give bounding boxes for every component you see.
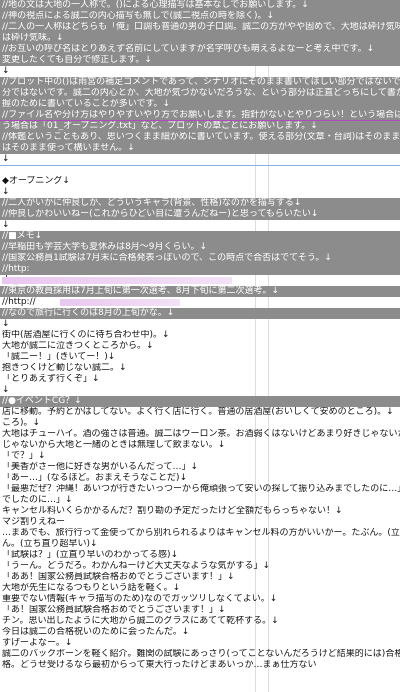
editor-line[interactable]: //国家公務員1試験は7月末に合格発表っぽいので、この時点で合否はでてそう。↓	[0, 253, 400, 264]
editor-line[interactable]: じゃないから大地と一緒のときは無理して飲まない。↓	[0, 440, 400, 451]
editor-line[interactable]: //二人がいかに仲良しか、どういうキャラ(背景、性格)なのかを描写する↓	[0, 198, 400, 209]
text-editor[interactable]: //地の文は大地の一人称で。()による心理描写は基本なしでお願いします。↓//神…	[0, 0, 400, 692]
editor-line[interactable]: 大地が誠二に泣きつくところから。↓	[0, 341, 400, 352]
editor-line[interactable]: //ファイル名や分け方はやりやすいやり方でお願いします。指針がないとやりづらい！…	[0, 110, 400, 121]
editor-line[interactable]: //仲良しかわいいねー(これからひどい目に遭うんだねー)と思ってもらいたい↓	[0, 209, 400, 220]
editor-line[interactable]: 「あ！国家公務員試験合格おめでとうございます！」↓	[0, 605, 400, 616]
editor-line[interactable]: ↓	[0, 66, 400, 77]
editor-line[interactable]: //神の視点による誠二の内心描写も無しで(誠二視点の時を除く)。↓	[0, 11, 400, 22]
editor-line[interactable]: う場合は「01_オープニング.txt」など、プロットの章ごとにお願いします。↓	[0, 121, 400, 132]
editor-line[interactable]: 街中(居酒屋に行くのに待ち合わせ中)。↓	[0, 330, 400, 341]
editor-line[interactable]: ↓	[0, 319, 400, 330]
editor-line[interactable]: 変更したくても自分で修正します。↓	[0, 55, 400, 66]
editor-line[interactable]: は砕け気味。↓	[0, 33, 400, 44]
editor-line[interactable]: //http:	[0, 264, 400, 275]
editor-line[interactable]: 「あー…」(なるほど。おまえそうなことだ)↓	[0, 473, 400, 484]
editor-line[interactable]: 大地はチューハイ。酒の強さは普通。誠二はウーロン茶。お酒弱くはないけどあまり好き…	[0, 429, 400, 440]
editor-line[interactable]: 分ではないです。誠二の内心とか、大地が気づかないだろうな、という部分は正直どっち…	[0, 88, 400, 99]
editor-line[interactable]: 重要でない情報(キャラ描写のため)なのでガッツリしなくてよい。↓	[0, 594, 400, 605]
editor-line[interactable]: //体鑑ということもあり、思いつくまま細かめに書いています。使える部分(文章・台…	[0, 132, 400, 143]
editor-line[interactable]: //地の文は大地の一人称で。()による心理描写は基本なしでお願いします。↓	[0, 0, 400, 11]
editor-line[interactable]: ↓	[0, 154, 400, 165]
editor-line[interactable]: //なので旅行に行くのは8月の上旬かな。↓	[0, 308, 400, 319]
editor-line[interactable]: ↓	[0, 220, 400, 231]
editor-line[interactable]: チン。思い出したように大地から誠二のグラスにあてて乾杯する。↓	[0, 616, 400, 627]
editor-line[interactable]: でしたのに…」↓	[0, 495, 400, 506]
editor-line[interactable]: 格。どうせ受けるなら最初からって東大行ったけどまあいっか…まぁ仕方ない	[0, 660, 400, 671]
editor-line[interactable]: //■メモ↓	[0, 231, 400, 242]
editor-line[interactable]: キャンセル料いくらかかるんだ？割り勘の予定だったけど全額だもらっちゃない！↓	[0, 506, 400, 517]
editor-line[interactable]: //プロット中の()は雨宮の補足コメントであって、シナリオにそのまま書いてほしい…	[0, 77, 400, 88]
editor-line[interactable]: //http://	[0, 297, 400, 308]
editor-line[interactable]: 今日は誠二の合格祝いのために会ったんだ。↓	[0, 627, 400, 638]
editor-line[interactable]: ◆オープニング↓	[0, 176, 400, 187]
editor-line[interactable]: ↓	[0, 385, 400, 396]
editor-line[interactable]: ↓	[0, 187, 400, 198]
editor-line[interactable]: 「で？」↓	[0, 451, 400, 462]
editor-line[interactable]: //●イベントCG？↓	[0, 396, 400, 407]
editor-line[interactable]: //二人の一人称はどちらも「俺」口調も普通の男の子口調。誠二の方がやや固めで、大…	[0, 22, 400, 33]
editor-lines[interactable]: //地の文は大地の一人称で。()による心理描写は基本なしでお願いします。↓//神…	[0, 0, 400, 671]
editor-line[interactable]: //お互いの呼び名はとりあえず名前にしていますが名字呼びも萌えるよなーと考え中で…	[0, 44, 400, 55]
editor-line[interactable]: ん。(立ち直り超早い)↓	[0, 539, 400, 550]
editor-line[interactable]: 「とりあえず行くぞ」↓	[0, 374, 400, 385]
editor-line[interactable]: 「試験は？」(立直り早いのわかってる感)↓	[0, 550, 400, 561]
editor-line[interactable]: 「美香がさー他に好きな男がいるんだって…」↓	[0, 462, 400, 473]
editor-line[interactable]: マジ割りえねー	[0, 517, 400, 528]
editor-line[interactable]: 「うーん。どうだろ。わかんねーけど大丈夫なような気がする」↓	[0, 561, 400, 572]
editor-line[interactable]: 「ああ！国家公務員試験合格おめでとうございます！」↓	[0, 572, 400, 583]
editor-line[interactable]: 握のために書いていることが多いです。↓	[0, 99, 400, 110]
editor-line[interactable]: …まあでも、旅行行って金使ってから別れられるよりはキャンセル料の方がいいかー。た…	[0, 528, 400, 539]
editor-line[interactable]	[0, 165, 400, 176]
editor-line[interactable]: 店に移動。予約とかはしてない。よく行く店に行く。普通の居酒屋(おいしくて安めのと…	[0, 407, 400, 418]
editor-line[interactable]: 大地が先生になるつもりという話を軽く。↓	[0, 583, 400, 594]
editor-line[interactable]: //早稲田も学芸大学も夏休みは8月～9月くらい。↓	[0, 242, 400, 253]
editor-line[interactable]: //東京の教員採用は7月上旬に第一次選考、8月下旬に第二次選考。↓	[0, 286, 400, 297]
editor-line[interactable]: すげーよなー。↓	[0, 638, 400, 649]
editor-line[interactable]: はそのまま使って構いません。↓	[0, 143, 400, 154]
editor-line[interactable]: 「最悪だぜ？沖縄！あいつが行きたいっつーから俺頑張って安いの探して振り込みまでし…	[0, 484, 400, 495]
editor-line[interactable]: 誠二のバックボーンを軽く紹介。難関の試験にあっさり(ってことないんだろうけど結果…	[0, 649, 400, 660]
editor-line[interactable]: 抱きつくけど動じない誠二。↓	[0, 363, 400, 374]
editor-line[interactable]: 「誠二ー！」(きいてー！)↓	[0, 352, 400, 363]
editor-line[interactable]: ころ)。↓	[0, 418, 400, 429]
editor-line[interactable]: do_soug	[0, 275, 400, 286]
